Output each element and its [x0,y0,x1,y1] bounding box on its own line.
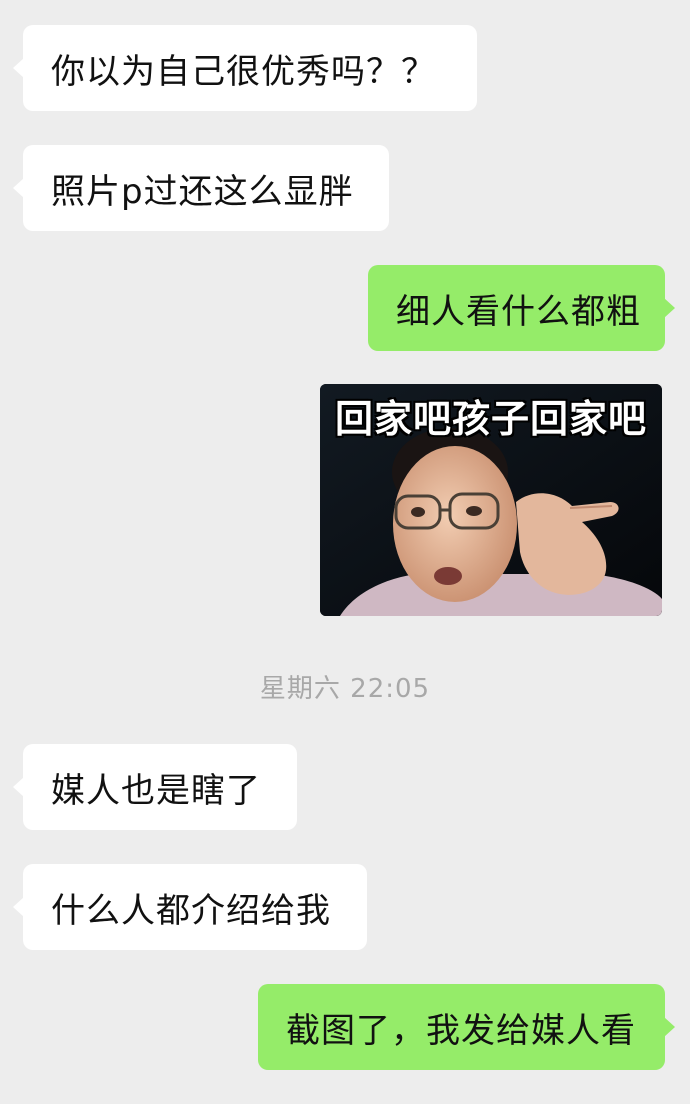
incoming-message-bubble[interactable]: 你以为自己很优秀吗？？ [13,25,477,111]
sticker-image[interactable]: 回家吧孩子回家吧 [320,384,662,616]
incoming-message-bubble[interactable]: 媒人也是瞎了 [13,744,297,830]
outgoing-message-bubble[interactable]: 细人看什么都粗 [368,265,675,351]
message-text: 照片p过还这么显胖 [51,171,354,212]
message-timestamp: 星期六 22:05 [259,674,431,704]
message-text: 你以为自己很优秀吗？？ [51,51,436,92]
message-text: 什么人都介绍给我 [51,890,331,931]
incoming-message-bubble[interactable]: 什么人都介绍给我 [13,864,367,950]
message-text: 媒人也是瞎了 [51,770,261,811]
sticker-caption: 回家吧孩子回家吧 [334,397,647,441]
chat-conversation: 你以为自己很优秀吗？？ 照片p过还这么显胖 细人看什么都粗 回家吧孩子回家吧 星… [0,0,690,1104]
incoming-message-bubble[interactable]: 照片p过还这么显胖 [13,145,389,231]
message-text: 截图了，我发给媒人看 [286,1010,636,1051]
message-text: 细人看什么都粗 [396,291,641,332]
outgoing-message-bubble[interactable]: 截图了，我发给媒人看 [258,984,675,1070]
